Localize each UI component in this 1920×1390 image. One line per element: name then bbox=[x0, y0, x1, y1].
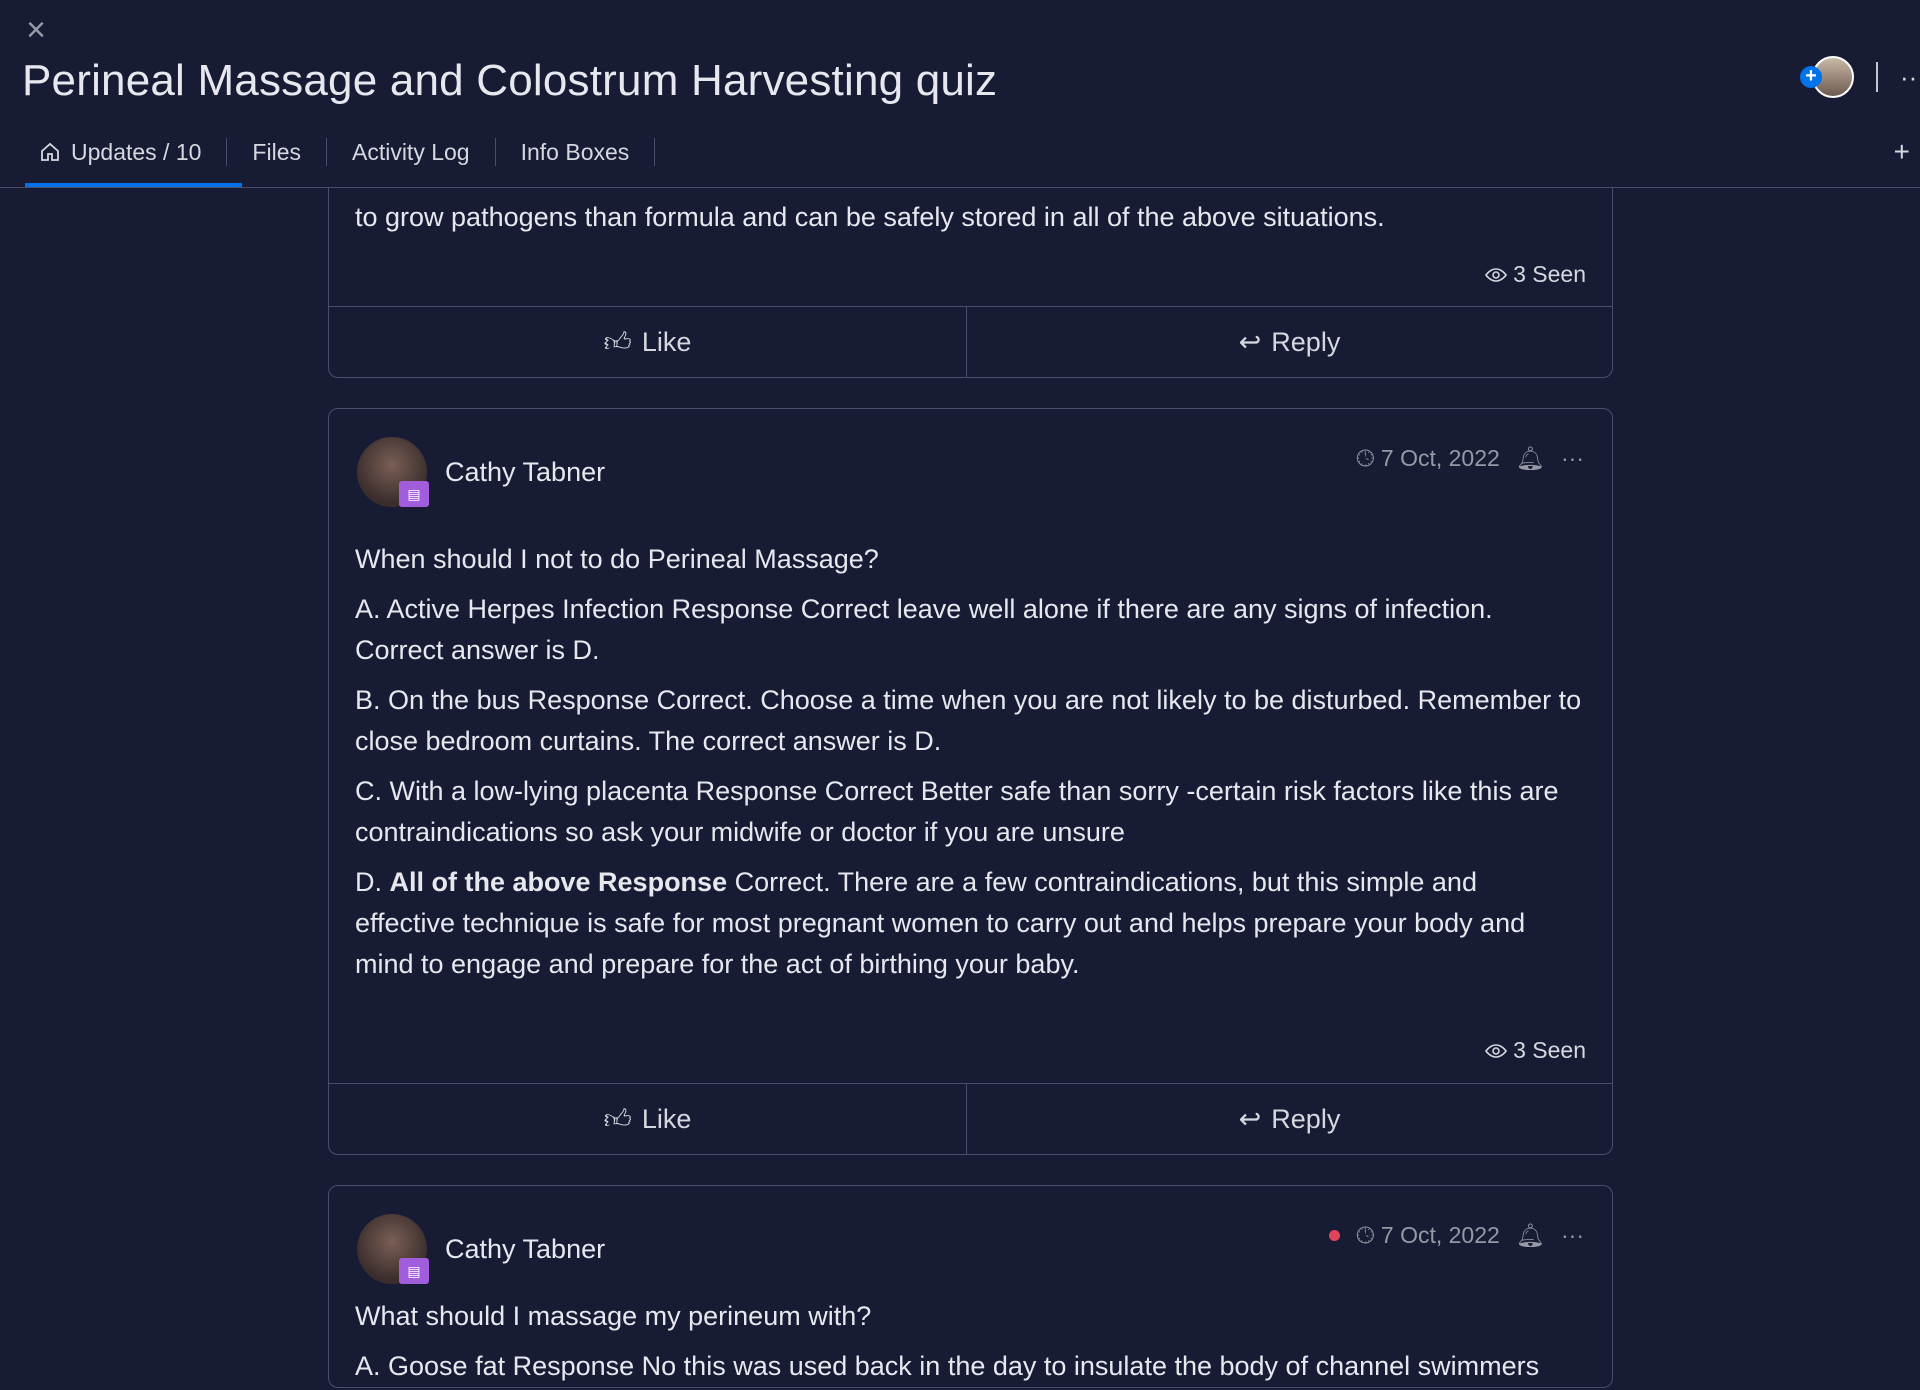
unread-indicator bbox=[1329, 1230, 1341, 1241]
post-author: ▤ Cathy Tabner bbox=[357, 1214, 605, 1284]
guest-badge-icon: ▤ bbox=[399, 481, 429, 507]
page-title: Perineal Massage and Colostrum Harvestin… bbox=[22, 56, 998, 105]
tab-info-boxes[interactable]: Info Boxes bbox=[496, 138, 656, 166]
bell-icon[interactable]: 🔔︎ bbox=[1516, 1222, 1545, 1249]
tab-bar: Updates / 10 Files Activity Log Info Box… bbox=[25, 132, 656, 172]
avatar[interactable]: ▤ bbox=[357, 1214, 429, 1284]
seen-count[interactable]: 3 Seen bbox=[1485, 261, 1586, 288]
update-card: to grow pathogens than formula and can b… bbox=[328, 188, 1613, 378]
avatar[interactable]: ▤ bbox=[357, 437, 429, 507]
more-icon[interactable]: ··· bbox=[1900, 62, 1920, 93]
header-actions: + ··· bbox=[1800, 54, 1920, 100]
post-body: What should I massage my perineum with? … bbox=[355, 1301, 1540, 1381]
post-meta: 🕓︎ 7 Oct, 2022 🔔︎ ··· bbox=[1329, 1222, 1584, 1249]
close-icon[interactable]: × bbox=[22, 13, 50, 47]
reply-icon: ↩ bbox=[1238, 1104, 1262, 1134]
add-tab-icon[interactable]: + bbox=[1894, 136, 1910, 168]
eye-icon bbox=[1485, 1043, 1508, 1058]
home-icon bbox=[41, 142, 59, 161]
updates-feed[interactable]: to grow pathogens than formula and can b… bbox=[0, 188, 1920, 1390]
post-body: When should I not to do Perineal Massage… bbox=[355, 544, 1582, 979]
update-card: ▤ Cathy Tabner 🕓︎ 7 Oct, 2022 🔔︎ ··· Wha… bbox=[328, 1185, 1613, 1388]
reply-button[interactable]: ↩ Reply bbox=[967, 307, 1612, 378]
update-card: ▤ Cathy Tabner 🕓︎ 7 Oct, 2022 🔔︎ ··· Whe… bbox=[328, 408, 1613, 1155]
tab-activity-log[interactable]: Activity Log bbox=[327, 138, 496, 166]
post-body: to grow pathogens than formula and can b… bbox=[355, 202, 1385, 232]
date: 🕓︎ 7 Oct, 2022 bbox=[1356, 445, 1500, 471]
date: 🕓︎ 7 Oct, 2022 bbox=[1356, 1222, 1500, 1248]
author-name[interactable]: Cathy Tabner bbox=[445, 1234, 605, 1265]
reply-icon: ↩ bbox=[1238, 327, 1262, 357]
author-name[interactable]: Cathy Tabner bbox=[445, 457, 605, 488]
post-actions: 👍︎ Like ↩ Reply bbox=[329, 1083, 1612, 1155]
reply-button[interactable]: ↩ Reply bbox=[967, 1084, 1612, 1155]
seen-count[interactable]: 3 Seen bbox=[1485, 1037, 1586, 1064]
thumbs-up-icon: 👍︎ bbox=[603, 1103, 632, 1134]
guest-badge-icon: ▤ bbox=[399, 1258, 429, 1284]
thumbs-up-icon: 👍︎ bbox=[603, 326, 632, 357]
like-button[interactable]: 👍︎ Like bbox=[329, 307, 967, 378]
tab-updates[interactable]: Updates / 10 bbox=[25, 138, 228, 166]
post-actions: 👍︎ Like ↩ Reply bbox=[329, 306, 1612, 378]
add-subscriber-icon[interactable]: + bbox=[1800, 66, 1822, 88]
like-button[interactable]: 👍︎ Like bbox=[329, 1084, 967, 1155]
tab-files[interactable]: Files bbox=[227, 138, 327, 166]
bell-icon[interactable]: 🔔︎ bbox=[1516, 445, 1545, 472]
more-icon[interactable]: ··· bbox=[1561, 1222, 1584, 1249]
more-icon[interactable]: ··· bbox=[1561, 445, 1584, 472]
post-author: ▤ Cathy Tabner bbox=[357, 437, 605, 507]
post-meta: 🕓︎ 7 Oct, 2022 🔔︎ ··· bbox=[1356, 445, 1584, 472]
divider bbox=[1876, 62, 1878, 92]
subscribers-avatar[interactable]: + bbox=[1800, 56, 1854, 98]
eye-icon bbox=[1485, 267, 1508, 282]
